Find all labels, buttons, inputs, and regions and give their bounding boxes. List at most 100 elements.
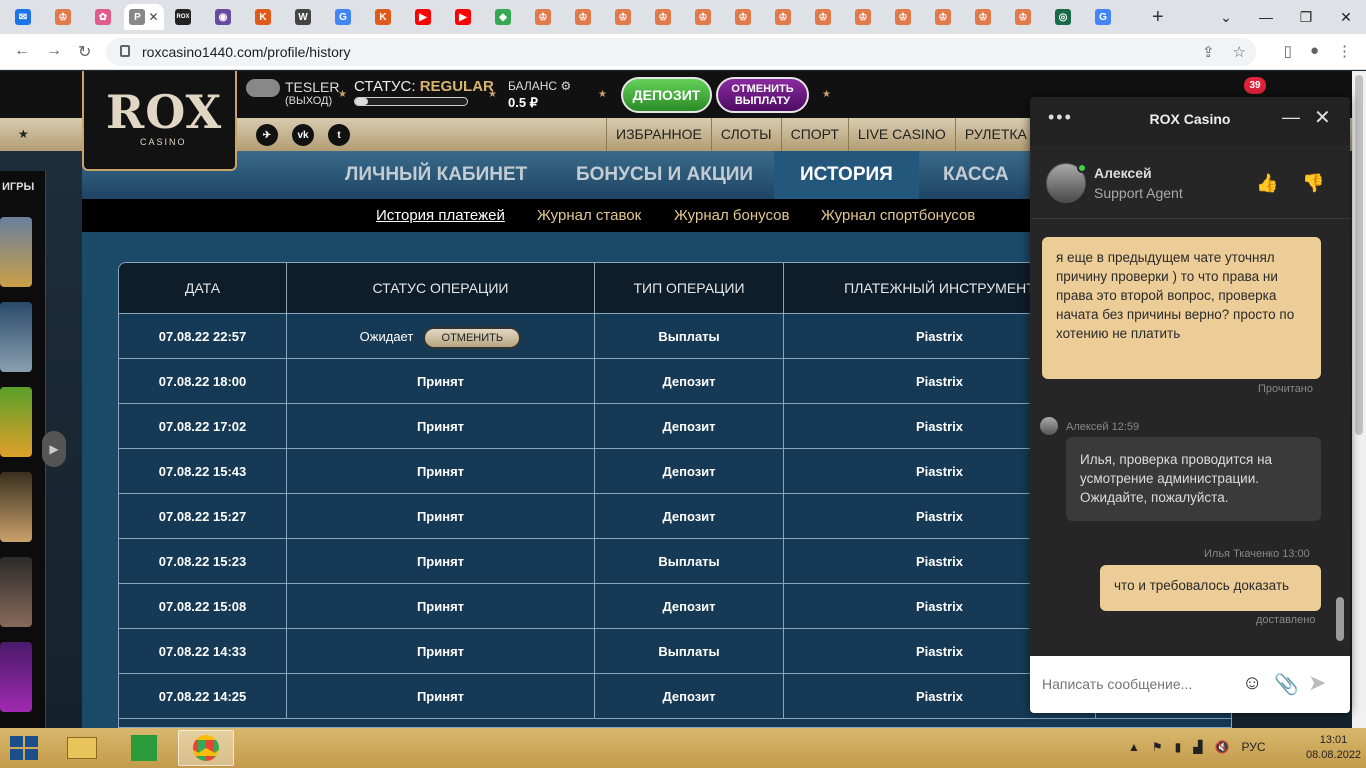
- emoji-icon[interactable]: ☺: [1242, 672, 1262, 695]
- browser-tab[interactable]: ROX: [164, 4, 202, 30]
- rox-logo[interactable]: ROX CASINO: [82, 71, 237, 171]
- browser-tab[interactable]: G: [324, 4, 362, 30]
- user-message: я еще в предыдущем чате уточнял причину …: [1042, 237, 1321, 379]
- new-tab-button[interactable]: +: [1152, 6, 1164, 29]
- forward-icon[interactable]: →: [46, 42, 62, 60]
- clock[interactable]: 13:01 08.08.2022: [1306, 733, 1361, 763]
- menu-icon[interactable]: ⋮: [1337, 42, 1352, 60]
- browser-tab[interactable]: ▶: [404, 4, 442, 30]
- subnav-payments[interactable]: История платежей: [376, 207, 505, 224]
- browser-tab[interactable]: W: [284, 4, 322, 30]
- browser-tab[interactable]: ♔: [564, 4, 602, 30]
- network-icon[interactable]: ▟: [1193, 740, 1202, 754]
- menu-item[interactable]: СПОРТ: [780, 118, 848, 151]
- browser-tab[interactable]: K: [244, 4, 282, 30]
- section-history[interactable]: ИСТОРИЯ: [774, 151, 919, 199]
- browser-tab[interactable]: ♔: [764, 4, 802, 30]
- message-input[interactable]: [1042, 670, 1222, 698]
- chevron-right-icon[interactable]: ▶: [42, 431, 66, 467]
- twitter-icon[interactable]: t: [328, 124, 350, 146]
- cell-text: Депозит: [662, 374, 716, 389]
- browser-tab[interactable]: ♔: [804, 4, 842, 30]
- share-icon[interactable]: ⇪: [1202, 43, 1215, 61]
- sidebar-icon[interactable]: ▯: [1284, 42, 1292, 60]
- games-rail: ИГРЫ: [0, 171, 46, 728]
- flag-icon[interactable]: ⚑: [1152, 740, 1163, 754]
- battery-icon[interactable]: ▮: [1175, 740, 1182, 754]
- notification-badge[interactable]: 39: [1244, 77, 1266, 94]
- browser-tab[interactable]: ♔: [724, 4, 762, 30]
- chrome-icon[interactable]: [178, 730, 234, 766]
- browser-tab[interactable]: ♔: [924, 4, 962, 30]
- menu-item[interactable]: СЛОТЫ: [710, 118, 781, 151]
- game-tile[interactable]: [0, 302, 32, 372]
- tab-close-icon[interactable]: ✕: [148, 10, 158, 24]
- browser-tab[interactable]: ◆: [484, 4, 522, 30]
- file-explorer-icon[interactable]: [54, 730, 110, 766]
- browser-tab[interactable]: ♔: [524, 4, 562, 30]
- cancel-withdrawal-button[interactable]: ОТМЕНИТЬ ВЫПЛАТУ: [716, 77, 809, 113]
- restore-icon[interactable]: ❐: [1286, 0, 1326, 34]
- back-icon[interactable]: ←: [14, 42, 30, 60]
- subnav-bets[interactable]: Журнал ставок: [537, 207, 641, 224]
- browser-tab[interactable]: ♔: [644, 4, 682, 30]
- browser-tab[interactable]: ◉: [204, 4, 242, 30]
- browser-tab[interactable]: ✿: [84, 4, 122, 30]
- col-date[interactable]: ДАТА: [119, 263, 287, 314]
- chevron-up-icon[interactable]: ▲: [1128, 740, 1140, 754]
- browser-tab[interactable]: ♔: [1004, 4, 1042, 30]
- vk-icon[interactable]: vk: [292, 124, 314, 146]
- minimize-icon[interactable]: —: [1246, 0, 1286, 34]
- volume-icon[interactable]: 🔇: [1215, 740, 1230, 754]
- game-tile[interactable]: [0, 217, 32, 287]
- browser-tab[interactable]: ♔: [844, 4, 882, 30]
- col-status[interactable]: СТАТУС ОПЕРАЦИИ: [287, 263, 595, 314]
- browser-tab[interactable]: ♔: [964, 4, 1002, 30]
- telegram-icon[interactable]: ✈: [256, 124, 278, 146]
- profile-icon[interactable]: ●: [1310, 42, 1319, 60]
- browser-tab[interactable]: ✉: [4, 4, 42, 30]
- browser-tab[interactable]: ▶: [444, 4, 482, 30]
- page-scrollbar[interactable]: [1352, 71, 1366, 728]
- windows-start-icon[interactable]: [10, 736, 38, 760]
- thumbs-up-icon[interactable]: 👍: [1256, 173, 1278, 194]
- store-icon[interactable]: [116, 730, 172, 766]
- browser-tab[interactable]: G: [1084, 4, 1122, 30]
- bookmark-star-icon[interactable]: ☆: [1233, 43, 1246, 61]
- browser-tab[interactable]: ♔: [604, 4, 642, 30]
- deposit-button[interactable]: ДЕПОЗИТ: [621, 77, 712, 113]
- address-bar[interactable]: roxcasino1440.com/profile/history ⇪ ☆: [106, 38, 1256, 66]
- language-indicator[interactable]: РУС: [1241, 740, 1265, 754]
- browser-tab[interactable]: ♔: [44, 4, 82, 30]
- game-tile[interactable]: [0, 472, 32, 542]
- game-tile[interactable]: [0, 642, 32, 712]
- subnav-sport-bonuses[interactable]: Журнал спортбонусов: [821, 207, 975, 224]
- chevron-down-icon[interactable]: ⌄: [1206, 0, 1246, 34]
- minimize-icon[interactable]: —: [1282, 107, 1300, 128]
- section-cashier[interactable]: КАССА: [943, 151, 1009, 199]
- menu-item[interactable]: РУЛЕТКА: [954, 118, 1036, 151]
- attach-icon[interactable]: 📎: [1274, 672, 1299, 697]
- send-icon[interactable]: ➤: [1308, 670, 1326, 696]
- user-name[interactable]: TESLER: [285, 79, 339, 95]
- browser-tab-active[interactable]: Р ✕: [124, 4, 164, 30]
- chat-scrollbar[interactable]: [1336, 597, 1344, 641]
- section-bonuses[interactable]: БОНУСЫ И АКЦИИ: [576, 151, 753, 199]
- menu-item[interactable]: ИЗБРАННОЕ: [606, 118, 711, 151]
- subnav-bonuses[interactable]: Журнал бонусов: [674, 207, 789, 224]
- col-type[interactable]: ТИП ОПЕРАЦИИ: [595, 263, 784, 314]
- game-tile[interactable]: [0, 387, 32, 457]
- reload-icon[interactable]: ↻: [78, 42, 91, 62]
- cancel-payment-button[interactable]: ОТМЕНИТЬ: [423, 326, 522, 349]
- game-tile[interactable]: [0, 557, 32, 627]
- thumbs-down-icon[interactable]: 👎: [1302, 173, 1324, 194]
- close-icon[interactable]: ✕: [1326, 0, 1366, 34]
- menu-item[interactable]: LIVE CASINO: [847, 118, 955, 151]
- browser-tab[interactable]: K: [364, 4, 402, 30]
- section-profile[interactable]: ЛИЧНЫЙ КАБИНЕТ: [345, 151, 527, 199]
- browser-tab[interactable]: ♔: [684, 4, 722, 30]
- browser-tab[interactable]: ♔: [884, 4, 922, 30]
- close-icon[interactable]: ✕: [1314, 105, 1331, 130]
- logout-link[interactable]: (ВЫХОД): [285, 95, 332, 107]
- browser-tab[interactable]: ◎: [1044, 4, 1082, 30]
